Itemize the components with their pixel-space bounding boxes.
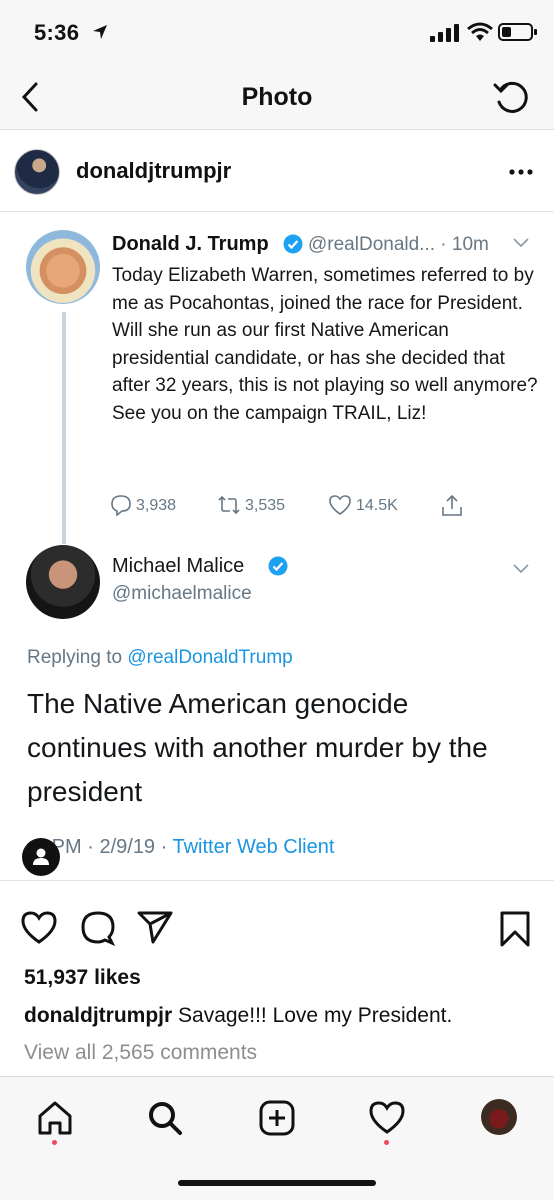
location-arrow-icon bbox=[93, 25, 107, 39]
post-header: donaldjtrumpjr bbox=[0, 131, 554, 211]
reply-client: Twitter Web Client bbox=[172, 836, 335, 858]
wifi-icon bbox=[467, 22, 493, 41]
activity-notification-dot bbox=[384, 1140, 389, 1145]
search-icon[interactable] bbox=[146, 1099, 184, 1137]
more-dots-icon[interactable] bbox=[508, 159, 534, 185]
home-notification-dot bbox=[52, 1140, 57, 1145]
add-icon[interactable] bbox=[258, 1099, 296, 1137]
signal-icon bbox=[430, 24, 459, 42]
status-bar: 5:36 bbox=[0, 0, 554, 64]
reply-icon bbox=[111, 495, 131, 516]
person-icon bbox=[33, 848, 49, 865]
page-title: Photo bbox=[241, 83, 313, 111]
caption-username[interactable]: donaldjtrumpjr bbox=[24, 1004, 172, 1027]
profile-tab-avatar[interactable] bbox=[481, 1099, 517, 1135]
status-time: 5:36 bbox=[34, 20, 80, 45]
tweet-author-name: Donald J. Trump bbox=[112, 233, 269, 255]
likes-count[interactable]: 51,937 likes bbox=[24, 966, 141, 990]
chevron-down-icon bbox=[513, 564, 529, 574]
battery-icon bbox=[498, 23, 537, 41]
activity-icon[interactable] bbox=[368, 1099, 406, 1137]
reply-text: The Native American genocide continues w… bbox=[27, 688, 488, 807]
reply-author-handle: @michaelmalice bbox=[112, 583, 252, 604]
heart-icon[interactable] bbox=[20, 910, 58, 946]
bookmark-icon[interactable] bbox=[499, 910, 531, 948]
share-icon bbox=[442, 494, 462, 516]
reply-author-name: Michael Malice bbox=[112, 555, 245, 577]
thread-connector bbox=[62, 312, 66, 544]
heart-outline-icon bbox=[329, 495, 351, 515]
verified-badge-icon bbox=[268, 556, 288, 576]
tweet-author-handle: @realDonald... · 10m bbox=[308, 234, 489, 255]
retweet-icon bbox=[218, 495, 240, 515]
avatar[interactable] bbox=[14, 149, 60, 195]
retweet-count: 3,535 bbox=[245, 497, 286, 514]
view-comments-link[interactable]: View all 2,565 comments bbox=[24, 1041, 257, 1065]
post-image[interactable]: Donald J. Trump @realDonald... · 10m Tod… bbox=[0, 211, 554, 881]
replying-handle: @realDonaldTrump bbox=[127, 647, 293, 668]
chevron-down-icon bbox=[513, 238, 529, 248]
reply-count: 3,938 bbox=[136, 497, 177, 514]
home-indicator bbox=[178, 1180, 376, 1186]
caption: donaldjtrumpjr Savage!!! Love my Preside… bbox=[24, 1004, 452, 1028]
tweet-author-avatar bbox=[26, 230, 100, 304]
replying-prefix: Replying to bbox=[27, 647, 128, 668]
replying-to: Replying to @realDonaldTrump bbox=[27, 647, 293, 669]
home-icon[interactable] bbox=[36, 1099, 74, 1137]
post-actions bbox=[0, 882, 554, 952]
post-username[interactable]: donaldjtrumpjr bbox=[76, 158, 231, 184]
tweet-text: Today Elizabeth Warren, sometimes referr… bbox=[112, 265, 538, 424]
refresh-icon[interactable] bbox=[492, 80, 532, 116]
caption-text: Savage!!! Love my President. bbox=[172, 1004, 453, 1027]
reply-author-avatar bbox=[26, 545, 100, 619]
comment-icon[interactable] bbox=[80, 910, 116, 946]
send-icon[interactable] bbox=[136, 910, 174, 944]
reply-meta: 9 PM · 2/9/19 · Twitter Web Client bbox=[27, 836, 334, 859]
tagged-users-badge[interactable] bbox=[22, 838, 60, 876]
like-count: 14.5K bbox=[356, 497, 398, 514]
verified-badge-icon bbox=[283, 234, 303, 254]
nav-bar: Photo bbox=[0, 64, 554, 130]
